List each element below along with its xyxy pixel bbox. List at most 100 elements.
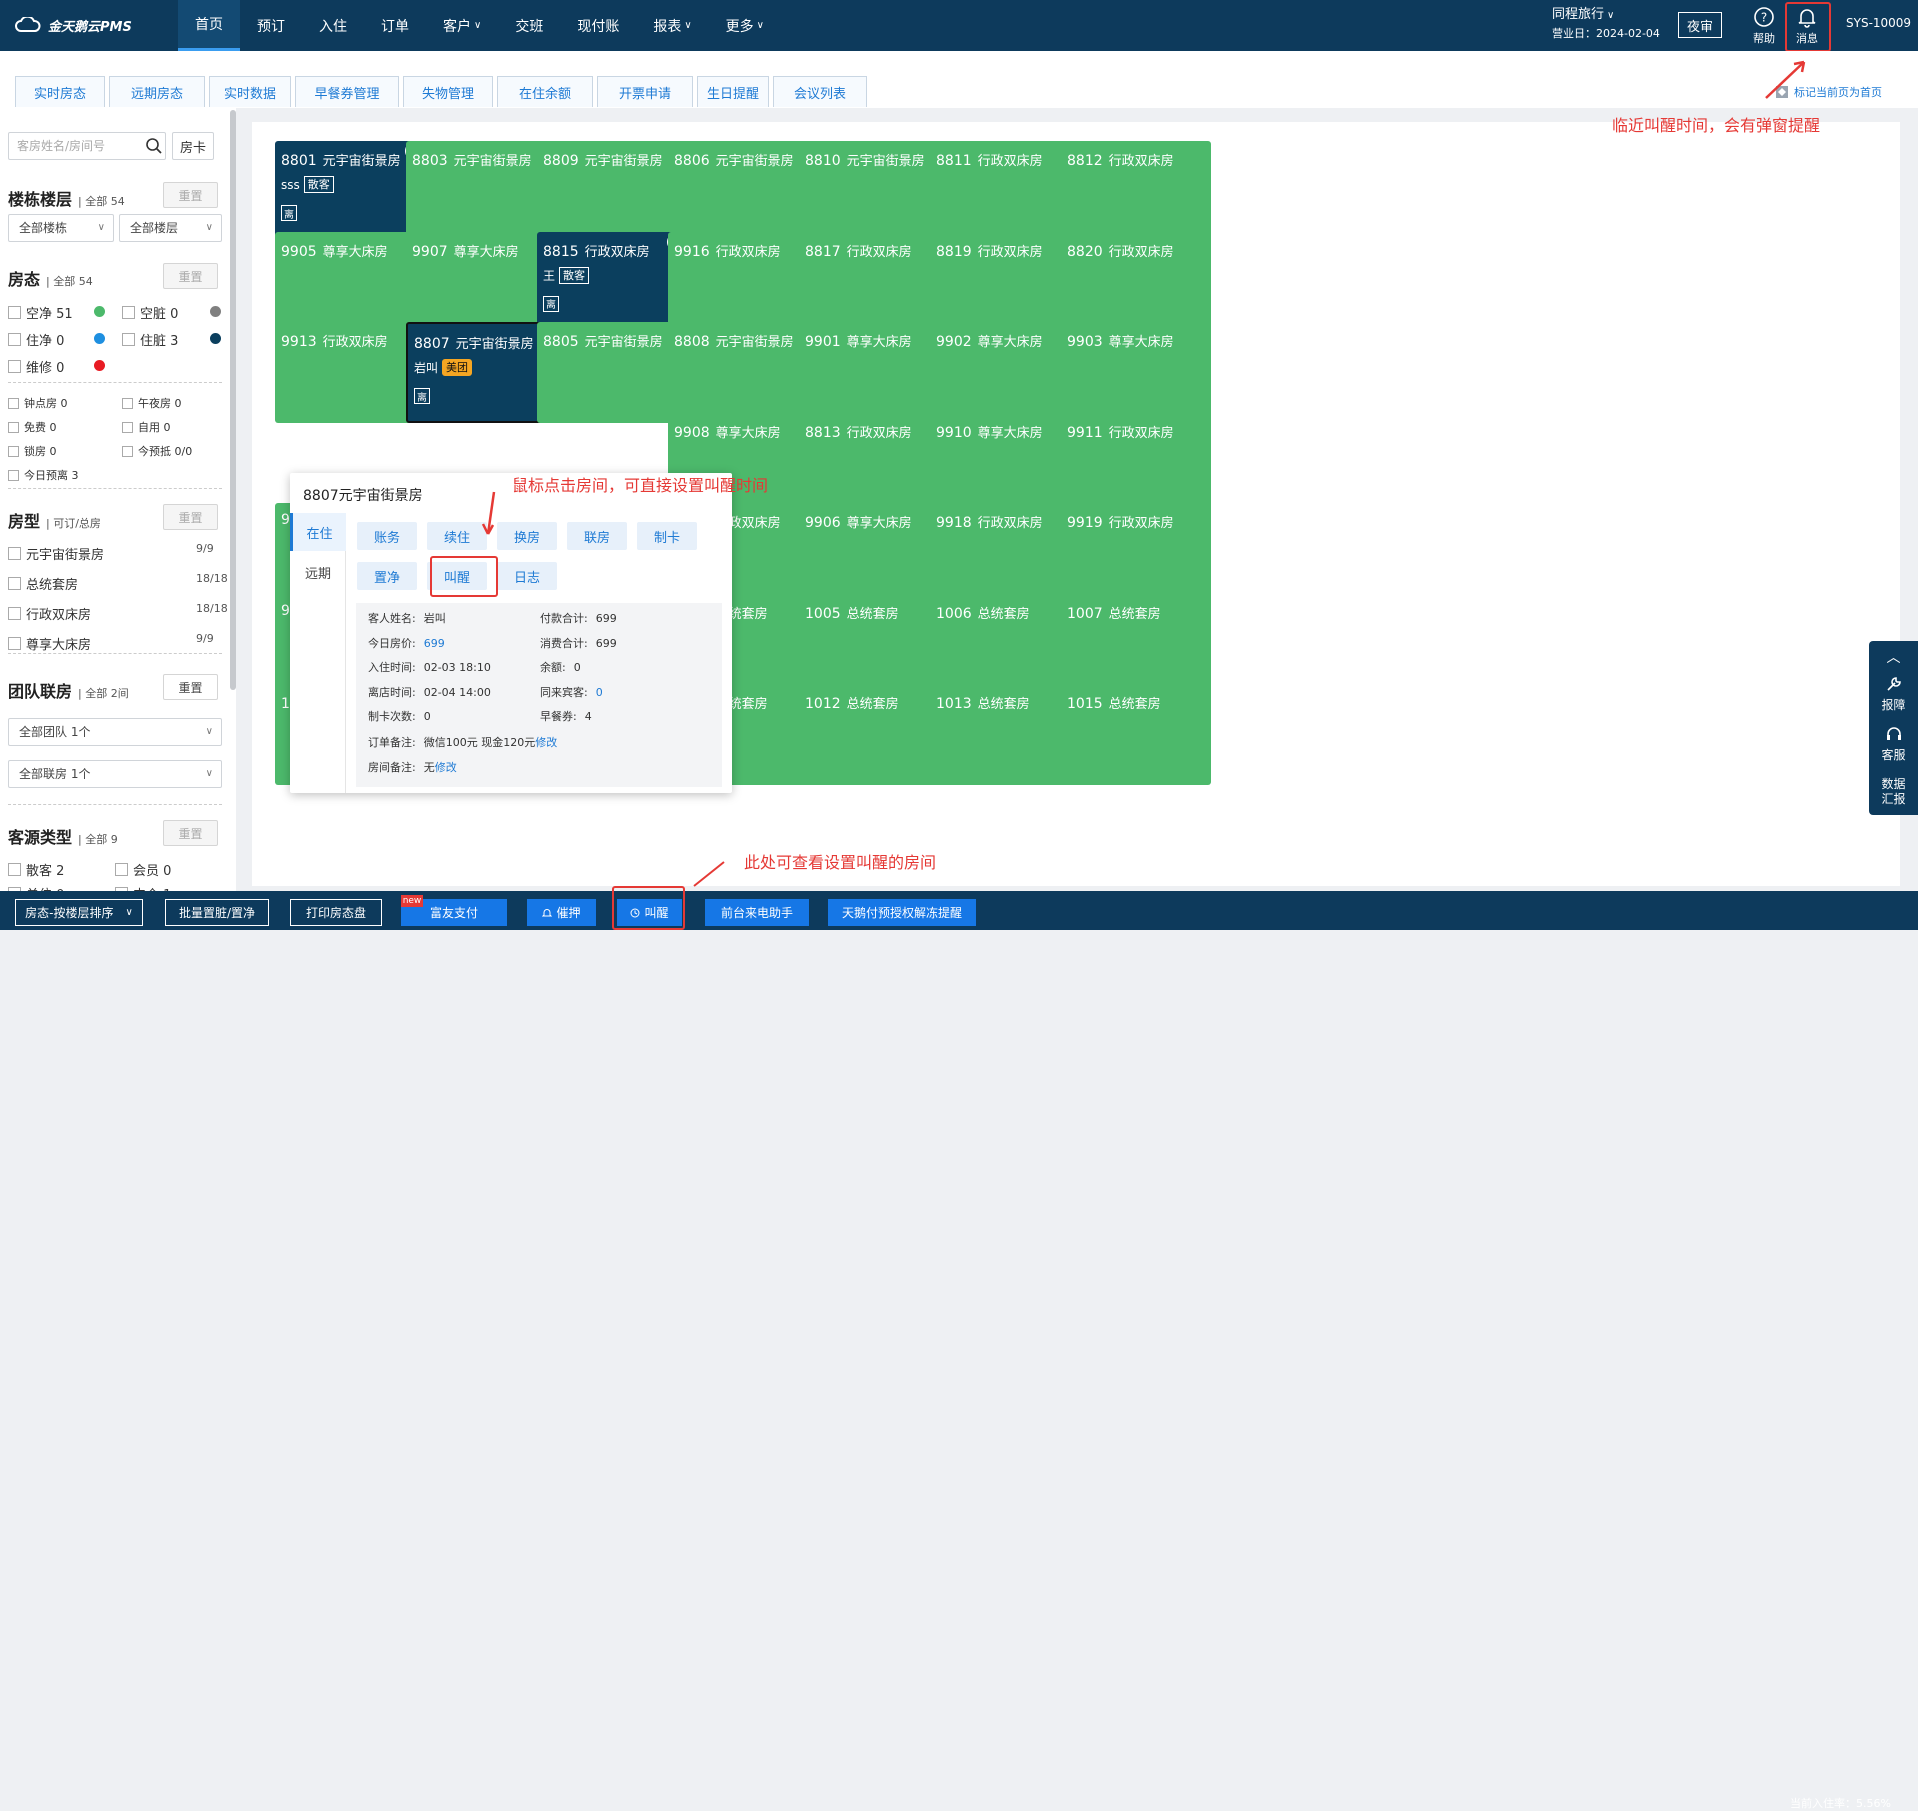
- tab-4[interactable]: 失物管理: [403, 76, 493, 107]
- room-card[interactable]: 9919 行政双床房: [1061, 503, 1211, 604]
- checkbox-box[interactable]: [8, 863, 21, 876]
- team-select[interactable]: 全部团队 1个 ∨: [8, 718, 222, 746]
- room-card[interactable]: 9902 尊享大床房: [930, 322, 1080, 423]
- room-card[interactable]: 8808 元宇宙街景房: [668, 322, 818, 423]
- roomtype-checkbox-0[interactable]: 元宇宙街景房: [8, 544, 104, 563]
- room-card[interactable]: 8803 元宇宙街景房: [406, 141, 556, 242]
- building-select[interactable]: 全部楼栋 ∨: [8, 214, 114, 242]
- report-issue-button[interactable]: 报障: [1869, 675, 1918, 713]
- room-card[interactable]: 1005 总统套房: [799, 593, 949, 695]
- room-card[interactable]: 8813 行政双床房: [799, 412, 949, 514]
- checkbox-box[interactable]: [122, 333, 135, 346]
- checkbox-box[interactable]: [8, 306, 21, 319]
- source-reset-button[interactable]: 重置: [163, 820, 218, 846]
- search-input[interactable]: 客房姓名/房间号: [8, 132, 166, 160]
- night-audit-button[interactable]: 夜审: [1678, 12, 1722, 38]
- room-card[interactable]: 8805 元宇宙街景房: [537, 322, 687, 423]
- status-checkbox-3[interactable]: 住脏 3: [122, 330, 178, 349]
- tab-3[interactable]: 早餐券管理: [295, 76, 399, 107]
- print-board-button[interactable]: 打印房态盘: [290, 899, 382, 926]
- room-card[interactable]: 8819 行政双床房: [930, 231, 1080, 333]
- checkbox-box[interactable]: [8, 360, 21, 373]
- source-checkbox-2[interactable]: 单位 0: [8, 884, 64, 891]
- room-card[interactable]: 1012 总统套房: [799, 684, 949, 785]
- status-checkbox-2[interactable]: 住净 0: [8, 330, 64, 349]
- status-extra-checkbox-6[interactable]: 今日预离 3: [8, 467, 79, 483]
- checkbox-box[interactable]: [8, 445, 19, 457]
- popup-tab-staying[interactable]: 在住: [290, 513, 346, 551]
- sidebar-scrollbar[interactable]: [230, 110, 236, 690]
- nav-item-5[interactable]: 交班: [498, 0, 560, 51]
- room-card[interactable]: 9913 行政双床房: [275, 322, 425, 423]
- sort-select[interactable]: 房态-按楼层排序 ∨: [15, 899, 143, 926]
- room-card[interactable]: 8811 行政双床房: [930, 141, 1080, 242]
- nav-item-2[interactable]: 入住: [302, 0, 364, 51]
- checkbox-box[interactable]: [115, 863, 128, 876]
- linked-room-select[interactable]: 全部联房 1个 ∨: [8, 760, 222, 788]
- room-card[interactable]: 1006 总统套房: [930, 593, 1080, 695]
- phone-assistant-button[interactable]: 前台来电助手: [705, 899, 809, 926]
- checkbox-box[interactable]: [8, 577, 21, 590]
- room-card[interactable]: 8820 行政双床房: [1061, 231, 1211, 333]
- search-icon[interactable]: [145, 137, 163, 155]
- room-card[interactable]: 9907 尊享大床房: [406, 231, 556, 333]
- room-card[interactable]: 9910 尊享大床房: [930, 412, 1080, 514]
- room-card[interactable]: 1015 总统套房: [1061, 684, 1211, 785]
- popup-action-button[interactable]: 联房: [567, 522, 627, 550]
- room-card[interactable]: 8815行政双床房王散客离联: [537, 231, 687, 333]
- checkbox-box[interactable]: [8, 637, 21, 650]
- nav-item-3[interactable]: 订单: [364, 0, 426, 51]
- room-card[interactable]: 8810 元宇宙街景房: [799, 141, 949, 242]
- room-card[interactable]: 1013 总统套房: [930, 684, 1080, 785]
- status-extra-checkbox-2[interactable]: 免费 0: [8, 419, 57, 435]
- tab-0[interactable]: 实时房态: [15, 76, 105, 107]
- nav-item-0[interactable]: 首页: [178, 0, 240, 51]
- status-extra-checkbox-5[interactable]: 今预抵 0/0: [122, 443, 192, 459]
- room-card[interactable]: 9911 行政双床房: [1061, 412, 1211, 514]
- checkbox-box[interactable]: [8, 547, 21, 560]
- tab-8[interactable]: 会议列表: [773, 76, 867, 107]
- room-card[interactable]: 9906 尊享大床房: [799, 503, 949, 604]
- popup-action-button[interactable]: 换房: [497, 522, 557, 550]
- user-name[interactable]: SYS-10009: [1846, 16, 1911, 30]
- tab-5[interactable]: 在住余额: [497, 76, 593, 107]
- customer-service-button[interactable]: 客服: [1869, 725, 1918, 763]
- popup-action-button[interactable]: 日志: [497, 562, 557, 590]
- popup-tab-future[interactable]: 远期: [290, 553, 346, 591]
- room-card[interactable]: 9918 行政双床房: [930, 503, 1080, 604]
- tab-1[interactable]: 远期房态: [109, 76, 205, 107]
- status-extra-checkbox-1[interactable]: 午夜房 0: [122, 395, 182, 411]
- source-checkbox-0[interactable]: 散客 2: [8, 860, 64, 879]
- room-card-button[interactable]: 房卡: [172, 132, 214, 160]
- checkbox-box[interactable]: [8, 333, 21, 346]
- room-card[interactable]: 9916 行政双床房: [668, 231, 818, 333]
- tab-2[interactable]: 实时数据: [209, 76, 291, 107]
- status-checkbox-4[interactable]: 维修 0: [8, 357, 64, 376]
- checkbox-box[interactable]: [8, 469, 19, 481]
- hotel-name[interactable]: 同程旅行: [1552, 7, 1604, 22]
- room-card[interactable]: 8817 行政双床房: [799, 231, 949, 333]
- nav-item-7[interactable]: 报表 ∨: [636, 0, 708, 51]
- roomtype-checkbox-3[interactable]: 尊享大床房: [8, 634, 91, 653]
- checkbox-box[interactable]: [122, 397, 133, 409]
- popup-action-button[interactable]: 置净: [357, 562, 417, 590]
- tab-7[interactable]: 生日提醒: [697, 76, 769, 107]
- nav-item-4[interactable]: 客户 ∨: [426, 0, 498, 51]
- status-checkbox-0[interactable]: 空净 51: [8, 303, 73, 322]
- status-extra-checkbox-4[interactable]: 锁房 0: [8, 443, 57, 459]
- source-checkbox-3[interactable]: 中介 1: [115, 884, 171, 891]
- data-report-button[interactable]: 数据汇报: [1869, 777, 1918, 807]
- room-card[interactable]: 1007 总统套房: [1061, 593, 1211, 695]
- nav-item-6[interactable]: 现付账: [560, 0, 636, 51]
- nav-item-8[interactable]: 更多 ∨: [709, 0, 781, 51]
- help-button[interactable]: ? 帮助: [1742, 4, 1786, 48]
- room-card[interactable]: 8812 行政双床房: [1061, 141, 1211, 242]
- checkbox-box[interactable]: [122, 421, 133, 433]
- deposit-reminder-button[interactable]: 催押: [527, 899, 596, 926]
- collapse-button[interactable]: ︿: [1869, 647, 1918, 667]
- preauth-unfreeze-button[interactable]: 天鹅付预授权解冻提醒: [828, 899, 976, 926]
- room-card[interactable]: 8807 元宇宙街景房 岩叫 美团离: [406, 322, 556, 423]
- status-extra-checkbox-0[interactable]: 钟点房 0: [8, 395, 68, 411]
- roomtype-checkbox-1[interactable]: 总统套房: [8, 574, 78, 593]
- roomtype-reset-button[interactable]: 重置: [163, 504, 218, 530]
